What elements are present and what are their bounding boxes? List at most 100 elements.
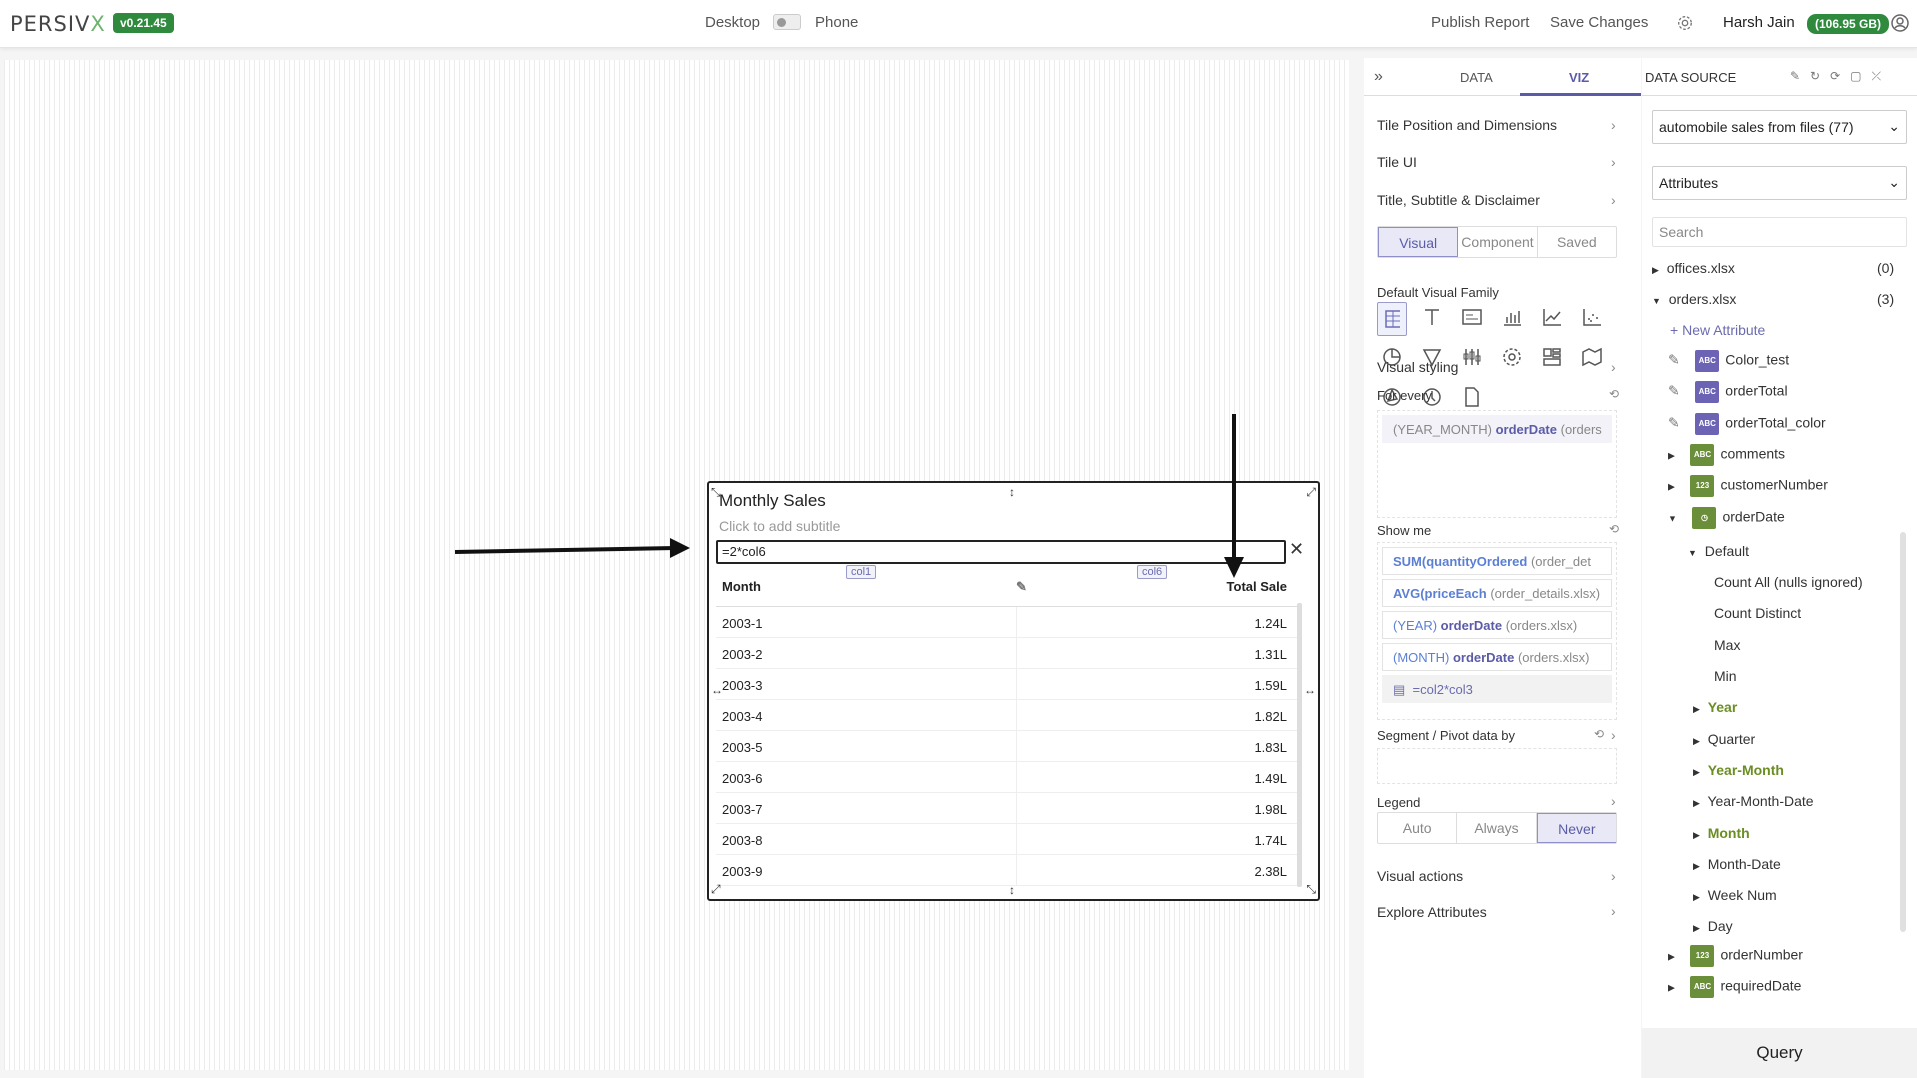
tab-viz[interactable]: VIZ: [1569, 70, 1589, 85]
tree-date-part[interactable]: ▶ Year-Month: [1693, 762, 1784, 778]
table-row[interactable]: 2003-3 1.59L: [716, 669, 1299, 700]
table-scrollbar[interactable]: [1297, 603, 1302, 887]
table-row[interactable]: 2003-7 1.98L: [716, 793, 1299, 824]
show-me-pill[interactable]: (YEAR) orderDate (orders.xlsx): [1382, 611, 1612, 639]
show-me-pill[interactable]: SUM(quantityOrdered (order_det: [1382, 547, 1612, 575]
kpi-card-icon[interactable]: [1457, 302, 1487, 332]
boxplot-chart-icon[interactable]: [1457, 342, 1487, 372]
grid-layout-icon[interactable]: [1537, 342, 1567, 372]
show-me-dropzone[interactable]: SUM(quantityOrdered (order_det AVG(priceE…: [1377, 542, 1617, 720]
formula-input[interactable]: =2*col6: [716, 540, 1286, 564]
tab-data[interactable]: DATA: [1460, 70, 1493, 85]
publish-report-button[interactable]: Publish Report: [1431, 14, 1529, 31]
tree-field[interactable]: ▶ ABC comments: [1668, 443, 1785, 466]
phone-label[interactable]: Phone: [815, 14, 858, 31]
tile-title[interactable]: Monthly Sales: [719, 491, 826, 511]
segment-visual[interactable]: Visual: [1378, 227, 1459, 257]
user-name[interactable]: Harsh Jain: [1723, 14, 1795, 31]
scatter-chart-icon[interactable]: [1577, 302, 1607, 332]
desktop-label[interactable]: Desktop: [705, 14, 760, 31]
bar-chart-icon[interactable]: [1497, 302, 1527, 332]
attributes-select[interactable]: Attributes ⌄: [1652, 166, 1907, 200]
resize-handle-tr[interactable]: ⤢: [1306, 485, 1316, 500]
show-me-pill[interactable]: (MONTH) orderDate (orders.xlsx): [1382, 643, 1612, 671]
settings-visual-icon[interactable]: [1497, 342, 1527, 372]
tree-field[interactable]: ▶ 123 customerNumber: [1668, 475, 1828, 498]
caret-down-icon[interactable]: ▼: [1668, 513, 1677, 523]
show-me-pill[interactable]: AVG(priceEach (order_details.xlsx): [1382, 579, 1612, 607]
chevron-right-icon[interactable]: ›: [1611, 359, 1616, 375]
tile-position-section[interactable]: Tile Position and Dimensions: [1377, 117, 1557, 133]
chevron-right-icon[interactable]: ›: [1611, 868, 1616, 884]
document-visual-icon[interactable]: [1457, 382, 1487, 412]
caret-right-icon[interactable]: ▶: [1668, 482, 1675, 492]
chevron-right-icon[interactable]: ›: [1611, 727, 1616, 743]
table-row[interactable]: 2003-4 1.82L: [716, 700, 1299, 731]
tree-field[interactable]: ▶ 123 orderNumber: [1668, 944, 1803, 967]
resize-handle-bl[interactable]: ⤢: [711, 882, 721, 897]
edit-icon[interactable]: ✎: [1668, 383, 1680, 399]
chevron-right-icon[interactable]: ›: [1611, 154, 1616, 170]
table-visual-icon[interactable]: [1377, 302, 1407, 336]
chevron-right-icon[interactable]: ›: [1611, 192, 1616, 208]
tree-field[interactable]: ✎ ABC orderTotal_color: [1668, 412, 1826, 435]
resize-handle-right[interactable]: ↔: [1304, 683, 1316, 697]
chevron-right-icon[interactable]: ›: [1611, 903, 1616, 919]
collapse-panel-icon[interactable]: »: [1374, 68, 1383, 86]
reset-icon[interactable]: ⟲: [1594, 727, 1604, 741]
for-every-pill[interactable]: (YEAR_MONTH) orderDate (orders: [1382, 415, 1612, 443]
tree-date-part[interactable]: ▶ Day: [1693, 918, 1733, 934]
data-source-select[interactable]: automobile sales from files (77) ⌄: [1652, 110, 1907, 144]
tree-agg[interactable]: Count Distinct: [1714, 605, 1801, 621]
resize-handle-br[interactable]: ⤡: [1306, 882, 1316, 897]
resize-handle-top[interactable]: ↕: [1009, 485, 1015, 499]
tree-field[interactable]: ▼ ◷ orderDate: [1668, 506, 1785, 529]
table-row[interactable]: 2003-5 1.83L: [716, 731, 1299, 762]
legend-auto[interactable]: Auto: [1378, 813, 1458, 843]
table-row[interactable]: 2003-9 2.38L: [716, 855, 1299, 886]
resize-handle-bottom[interactable]: ↕: [1009, 883, 1015, 897]
reset-icon[interactable]: ⟲: [1609, 522, 1619, 536]
close-icon[interactable]: ✕: [1289, 539, 1304, 560]
caret-right-icon[interactable]: ▶: [1668, 983, 1675, 993]
tree-date-part[interactable]: ▶ Month: [1693, 825, 1750, 841]
tree-date-part[interactable]: ▶ Week Num: [1693, 887, 1777, 903]
ds-scrollbar[interactable]: [1900, 532, 1906, 932]
edit-icon[interactable]: ✎: [1016, 579, 1027, 595]
visual-actions-section[interactable]: Visual actions: [1377, 868, 1463, 884]
ds-toolbar-icons[interactable]: ✎↻⟳▢⤫: [1790, 69, 1891, 84]
segment-component[interactable]: Component: [1458, 227, 1538, 257]
segment-saved[interactable]: Saved: [1538, 227, 1616, 257]
tree-file-offices[interactable]: ▶ offices.xlsx: [1652, 260, 1735, 276]
gear-icon[interactable]: [1676, 14, 1694, 35]
legend-always[interactable]: Always: [1457, 813, 1537, 843]
caret-right-icon[interactable]: ▶: [1668, 451, 1675, 461]
tree-field[interactable]: ▶ ABC requiredDate: [1668, 976, 1801, 998]
table-row[interactable]: 2003-2 1.31L: [716, 638, 1299, 669]
formula-pill[interactable]: ▤ =col2*col3: [1382, 675, 1612, 703]
search-input[interactable]: Search: [1652, 217, 1907, 247]
device-toggle[interactable]: [773, 14, 801, 30]
tree-file-orders[interactable]: ▼ orders.xlsx: [1652, 291, 1736, 307]
tree-agg[interactable]: Count All (nulls ignored): [1714, 574, 1863, 590]
save-changes-button[interactable]: Save Changes: [1550, 14, 1648, 31]
tree-date-part[interactable]: ▶ Year-Month-Date: [1693, 793, 1814, 809]
tree-field[interactable]: ✎ ABC Color_test: [1668, 350, 1789, 372]
edit-icon[interactable]: ✎: [1668, 414, 1680, 430]
chevron-right-icon[interactable]: ›: [1611, 793, 1616, 809]
text-visual-icon[interactable]: [1417, 302, 1447, 332]
edit-icon[interactable]: ✎: [1668, 352, 1680, 368]
table-row[interactable]: 2003-6 1.49L: [716, 762, 1299, 793]
tree-date-part[interactable]: ▶ Month-Date: [1693, 856, 1781, 872]
tree-field[interactable]: ✎ ABC orderTotal: [1668, 381, 1788, 404]
tile-ui-section[interactable]: Tile UI: [1377, 154, 1417, 170]
explore-attributes-section[interactable]: Explore Attributes: [1377, 904, 1487, 920]
tree-date-part[interactable]: ▶ Year: [1693, 699, 1737, 715]
tree-date-part[interactable]: ▶ Quarter: [1693, 731, 1755, 747]
tree-agg[interactable]: Min: [1714, 668, 1737, 684]
account-icon[interactable]: [1890, 13, 1910, 36]
reset-icon[interactable]: ⟲: [1609, 387, 1619, 401]
header-month[interactable]: Month: [722, 579, 761, 594]
tile-subtitle[interactable]: Click to add subtitle: [719, 518, 840, 534]
line-chart-icon[interactable]: [1537, 302, 1567, 332]
